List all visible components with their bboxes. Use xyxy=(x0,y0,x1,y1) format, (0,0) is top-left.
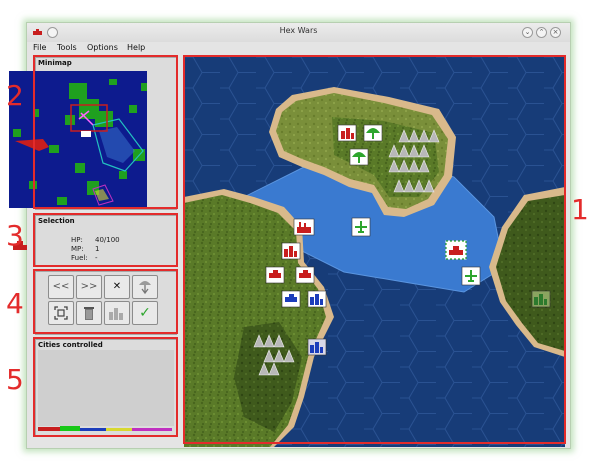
annotation-number-3: 3 xyxy=(6,219,24,252)
minimize-icon[interactable]: ⌄ xyxy=(522,27,533,38)
menu-options[interactable]: Options xyxy=(87,43,118,52)
title-bar[interactable]: Hex Wars ⌄ ⌃ × xyxy=(27,23,570,42)
annotation-box-toolbar xyxy=(33,269,178,334)
menu-file[interactable]: File xyxy=(33,43,46,52)
annotation-number-4: 4 xyxy=(6,287,24,320)
annotation-number-2: 2 xyxy=(6,79,24,112)
annotation-box-selection xyxy=(33,213,178,267)
annotation-box-minimap xyxy=(33,55,178,209)
menu-help[interactable]: Help xyxy=(127,43,145,52)
annotation-number-5: 5 xyxy=(6,363,24,396)
maximize-icon[interactable]: ⌃ xyxy=(536,27,547,38)
annotation-box-map xyxy=(183,55,566,444)
menu-tools[interactable]: Tools xyxy=(57,43,77,52)
annotation-box-cities xyxy=(33,337,178,437)
annotation-number-1: 1 xyxy=(571,193,589,226)
menu-bar: File Tools Options Help xyxy=(27,42,570,54)
window-title: Hex Wars xyxy=(279,26,318,35)
close-icon[interactable]: × xyxy=(550,27,561,38)
